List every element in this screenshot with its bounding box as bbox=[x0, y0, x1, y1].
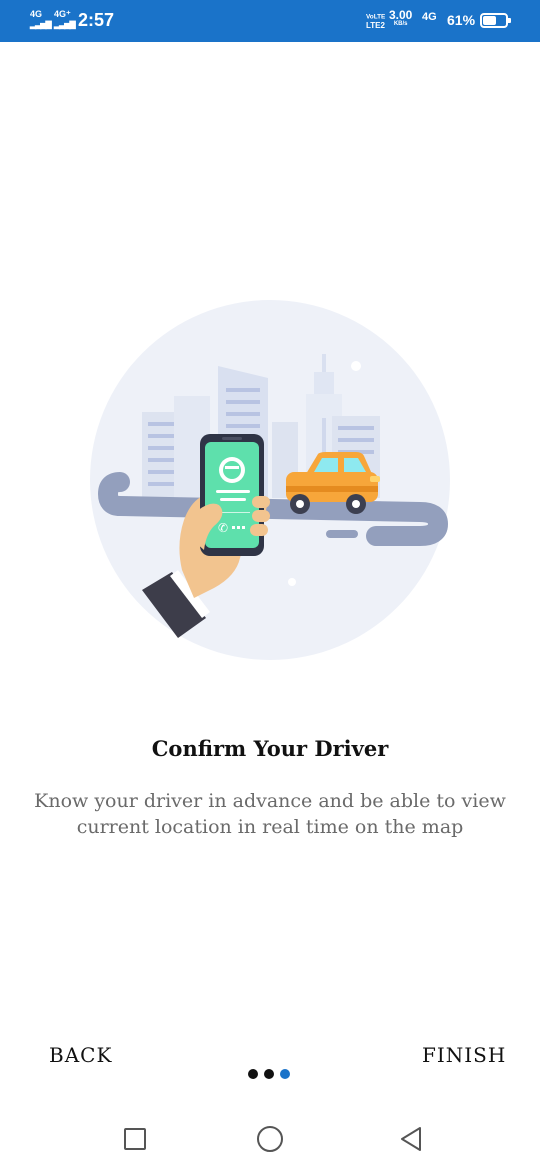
battery-icon bbox=[480, 13, 511, 28]
signal-icon: ▂▃▅▇ bbox=[54, 20, 76, 29]
clock: 2:57 bbox=[78, 10, 115, 30]
home-icon[interactable] bbox=[257, 1126, 283, 1152]
sim1-signal: 4G ▂▃▅▇ bbox=[30, 9, 52, 30]
battery-percent: 61% bbox=[447, 12, 476, 28]
back-button[interactable]: BACK bbox=[49, 1043, 112, 1067]
back-triangle-icon[interactable] bbox=[398, 1126, 424, 1152]
system-nav-bar bbox=[0, 1110, 540, 1170]
page-dot bbox=[248, 1069, 258, 1079]
page-dot bbox=[264, 1069, 274, 1079]
finish-button[interactable]: FINISH bbox=[422, 1043, 506, 1067]
data-type-indicator: 4G bbox=[422, 11, 437, 23]
network-speed: 3.00 KB/s bbox=[389, 8, 413, 27]
svg-text:✆: ✆ bbox=[218, 521, 228, 535]
sim2-signal: 4G⁺ ▂▃▅▇ bbox=[54, 9, 76, 30]
volte-indicator: VoLTE LTE2 bbox=[366, 12, 386, 30]
page-indicator bbox=[248, 1069, 290, 1079]
page-dot-active bbox=[280, 1069, 290, 1079]
onboarding-description: Know your driver in advance and be able … bbox=[34, 790, 506, 838]
phone-driver-car-illustration: ✆ bbox=[90, 300, 450, 660]
onboarding-title: Confirm Your Driver bbox=[151, 736, 389, 761]
status-bar: 4G ▂▃▅▇ 4G⁺ ▂▃▅▇ 2:57 VoLTE LTE2 3.00 KB/s… bbox=[0, 0, 540, 42]
signal-icon: ▂▃▅▇ bbox=[30, 20, 52, 29]
recent-apps-icon[interactable] bbox=[124, 1128, 146, 1150]
